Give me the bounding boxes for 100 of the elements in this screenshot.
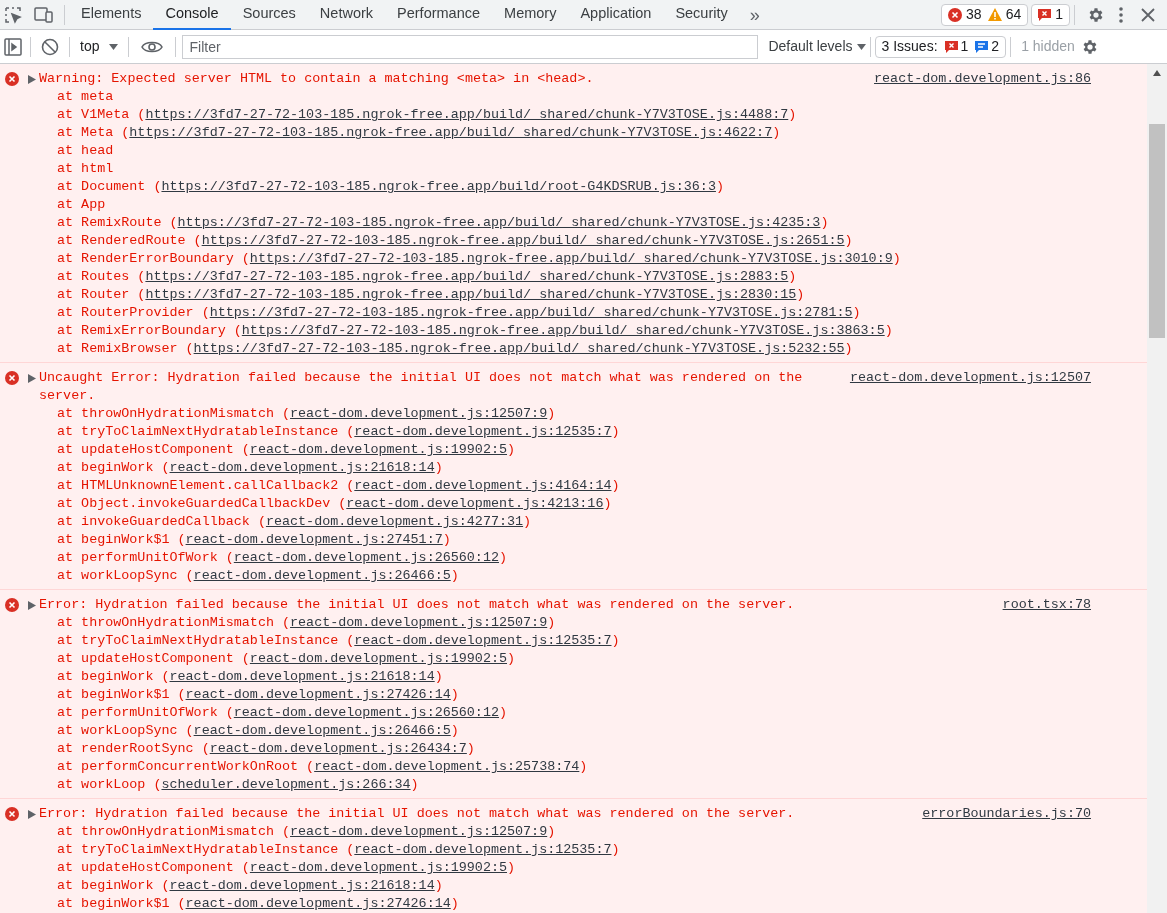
- issues-badge[interactable]: 1: [1031, 3, 1070, 26]
- info-icon: [975, 40, 989, 53]
- counters-badge[interactable]: 38 64: [941, 3, 1029, 26]
- stack-frame: at RenderedRoute (https://3fd7-27-72-103-185.ngrok-free.app/build/_shared/chunk-Y7V3TOSE.js:2651:5): [2, 232, 1091, 250]
- stack-frame-link[interactable]: react-dom.development.js:12535:7: [354, 842, 612, 857]
- source-link[interactable]: react-dom.development.js:12507: [849, 369, 1091, 387]
- expand-triangle-icon[interactable]: [28, 374, 36, 383]
- stack-frame-link[interactable]: https://3fd7-27-72-103-185.ngrok-free.app/build/_shared/chunk-Y7V3TOSE.js:2651:5: [201, 233, 845, 248]
- expand-triangle-icon[interactable]: [28, 75, 36, 84]
- scrollbar-drawing[interactable]: [1147, 64, 1167, 913]
- stack-frame: at html: [2, 160, 1091, 178]
- stack-frame-link[interactable]: react-dom.development.js:25738:74: [314, 759, 580, 774]
- log-levels-dropdown[interactable]: Default levels: [768, 36, 866, 57]
- panel-tab[interactable]: Sources: [230, 0, 308, 30]
- stack-frame-link[interactable]: https://3fd7-27-72-103-185.ngrok-free.app/build/_shared/chunk-Y7V3TOSE.js:4235:3: [177, 215, 821, 230]
- stack-frame-link[interactable]: https://3fd7-27-72-103-185.ngrok-free.app/build/_shared/chunk-Y7V3TOSE.js:3010:9: [249, 251, 893, 266]
- message-text: Error: Hydration failed because the initial UI does not match what was rendered on the server.: [39, 805, 796, 823]
- stack-frame: at meta: [2, 88, 1091, 106]
- stack-frame: at updateHostComponent (react-dom.development.js:19902:5): [2, 859, 1091, 877]
- counter-value: 38: [966, 5, 982, 24]
- stack-frame: at workLoopSync (react-dom.development.js:26466:5): [2, 567, 1091, 585]
- stack-frame-link[interactable]: react-dom.development.js:4277:31: [265, 514, 524, 529]
- stack-frame: at RemixRoute (https://3fd7-27-72-103-185.ngrok-free.app/build/_shared/chunk-Y7V3TOSE.js:4235:3): [2, 214, 1091, 232]
- stack-frame-link[interactable]: https://3fd7-27-72-103-185.ngrok-free.app/build/_shared/chunk-Y7V3TOSE.js:3863:5: [241, 323, 885, 338]
- stack-frame-link[interactable]: react-dom.development.js:19902:5: [249, 442, 507, 457]
- stack-frame-link[interactable]: react-dom.development.js:4164:14: [354, 478, 612, 493]
- stack-frame: at tryToClaimNextHydratableInstance (react-dom.development.js:12535:7): [2, 632, 1091, 650]
- message-text: Warning: Expected server HTML to contain a matching <meta> in <head>.: [39, 70, 595, 88]
- source-link[interactable]: errorBoundaries.js:70: [922, 805, 1091, 823]
- stack-frame-link[interactable]: react-dom.development.js:27426:14: [185, 896, 451, 911]
- context-dropdown[interactable]: top: [74, 36, 125, 57]
- stack-frame: at beginWork$1 (react-dom.development.js:27426:14): [2, 895, 1091, 913]
- stack-frame: at beginWork$1 (react-dom.development.js:27426:14): [2, 686, 1091, 704]
- panel-tab[interactable]: Security: [663, 0, 740, 30]
- stack-frame-link[interactable]: https://3fd7-27-72-103-185.ngrok-free.app/build/_shared/chunk-Y7V3TOSE.js:2781:5: [209, 305, 853, 320]
- stack-frame-link[interactable]: react-dom.development.js:26466:5: [193, 723, 451, 738]
- warning-icon: [987, 8, 1002, 21]
- stack-frame-link[interactable]: react-dom.development.js:4213:16: [346, 496, 604, 511]
- stack-frame-link[interactable]: react-dom.development.js:26434:7: [209, 741, 467, 756]
- source-link[interactable]: react-dom.development.js:86: [874, 70, 1091, 88]
- stack-frame-link[interactable]: react-dom.development.js:26560:12: [233, 550, 499, 565]
- source-link[interactable]: root.tsx:78: [1002, 596, 1091, 614]
- settings-icon[interactable]: [1087, 5, 1105, 24]
- stack-frame-link[interactable]: react-dom.development.js:21618:14: [169, 878, 435, 893]
- issue-icon: [1038, 8, 1052, 21]
- panel-tab[interactable]: Network: [307, 0, 386, 30]
- stack-frame-link[interactable]: https://3fd7-27-72-103-185.ngrok-free.app/build/_shared/chunk-Y7V3TOSE.js:5232:55: [193, 341, 845, 356]
- panel-tab[interactable]: Memory: [492, 0, 569, 30]
- stack-frame-link[interactable]: react-dom.development.js:19902:5: [249, 651, 507, 666]
- stack-frame: at RemixBrowser (https://3fd7-27-72-103-185.ngrok-free.app/build/_shared/chunk-Y7V3TOSE.js:5232:55): [2, 340, 1091, 358]
- expand-triangle-icon[interactable]: [28, 601, 36, 610]
- stack-frame: at performUnitOfWork (react-dom.development.js:26560:12): [2, 549, 1091, 567]
- issues-button[interactable]: 3 Issues: 1 2: [874, 35, 1007, 58]
- stack-frame: at HTMLUnknownElement.callCallback2 (react-dom.development.js:4164:14): [2, 477, 1091, 495]
- stack-frame: at tryToClaimNextHydratableInstance (react-dom.development.js:12535:7): [2, 841, 1091, 859]
- issue-icon: [944, 40, 958, 53]
- stack-frame-link[interactable]: https://3fd7-27-72-103-185.ngrok-free.app/build/root-G4KDSRUB.js:36:3: [161, 179, 716, 194]
- stack-frame: at tryToClaimNextHydratableInstance (react-dom.development.js:12535:7): [2, 423, 1091, 441]
- close-icon[interactable]: [1141, 7, 1155, 22]
- stack-frame-link[interactable]: react-dom.development.js:26466:5: [193, 568, 451, 583]
- device-toolbar-icon[interactable]: [34, 5, 54, 24]
- stack-frame: at beginWork (react-dom.development.js:21618:14): [2, 459, 1091, 477]
- stack-frame-link[interactable]: react-dom.development.js:12535:7: [354, 633, 612, 648]
- stack-frame-link[interactable]: react-dom.development.js:27451:7: [185, 532, 443, 547]
- more-options-icon[interactable]: [1119, 6, 1123, 23]
- stack-frame-link[interactable]: react-dom.development.js:12507:9: [290, 824, 548, 839]
- hidden-count: 1 hidden: [1021, 37, 1075, 56]
- stack-frame-link[interactable]: https://3fd7-27-72-103-185.ngrok-free.app/build/_shared/chunk-Y7V3TOSE.js:2830:15: [145, 287, 797, 302]
- panel-tab[interactable]: Application: [568, 0, 664, 30]
- stack-frame: at performUnitOfWork (react-dom.development.js:26560:12): [2, 704, 1091, 722]
- expand-triangle-icon[interactable]: [28, 810, 36, 819]
- stack-frame: at head: [2, 142, 1091, 160]
- error-icon: [5, 72, 19, 86]
- stack-frame-link[interactable]: react-dom.development.js:26560:12: [233, 705, 499, 720]
- more-tabs-button[interactable]: »: [739, 5, 770, 24]
- filter-field[interactable]: Filter: [182, 34, 759, 59]
- sidebar-toggle-icon[interactable]: [4, 37, 22, 56]
- stack-frame: at throwOnHydrationMismatch (react-dom.development.js:12507:9): [2, 405, 1091, 423]
- stack-frame: at updateHostComponent (react-dom.development.js:19902:5): [2, 441, 1091, 459]
- caret-icon: [109, 43, 119, 50]
- stack-frame-link[interactable]: react-dom.development.js:21618:14: [169, 460, 435, 475]
- stack-frame-link[interactable]: react-dom.development.js:12507:9: [290, 615, 548, 630]
- stack-frame-link[interactable]: https://3fd7-27-72-103-185.ngrok-free.app/build/_shared/chunk-Y7V3TOSE.js:2883:5: [145, 269, 789, 284]
- eye-icon[interactable]: [141, 39, 164, 54]
- stack-frame-link[interactable]: https://3fd7-27-72-103-185.ngrok-free.app/build/_shared/chunk-Y7V3TOSE.js:4488:7: [145, 107, 789, 122]
- stack-frame: at App: [2, 196, 1091, 214]
- panel-tab[interactable]: Elements: [69, 0, 154, 30]
- inspect-element-icon[interactable]: [4, 5, 22, 24]
- stack-frame: at V1Meta (https://3fd7-27-72-103-185.ngrok-free.app/build/_shared/chunk-Y7V3TOSE.js:4488:7): [2, 106, 1091, 124]
- stack-frame-link[interactable]: react-dom.development.js:27426:14: [185, 687, 451, 702]
- clear-console-icon[interactable]: [41, 37, 59, 56]
- stack-frame-link[interactable]: scheduler.development.js:266:34: [161, 777, 411, 792]
- error-icon: [5, 371, 19, 385]
- stack-frame-link[interactable]: https://3fd7-27-72-103-185.ngrok-free.app/build/_shared/chunk-Y7V3TOSE.js:4622:7: [129, 125, 773, 140]
- stack-frame-link[interactable]: react-dom.development.js:21618:14: [169, 669, 435, 684]
- stack-frame-link[interactable]: react-dom.development.js:12535:7: [354, 424, 612, 439]
- stack-frame-link[interactable]: react-dom.development.js:12507:9: [290, 406, 548, 421]
- panel-tab[interactable]: Performance: [385, 0, 493, 30]
- stack-frame-link[interactable]: react-dom.development.js:19902:5: [249, 860, 507, 875]
- stack-frame: at beginWork (react-dom.development.js:21618:14): [2, 668, 1091, 686]
